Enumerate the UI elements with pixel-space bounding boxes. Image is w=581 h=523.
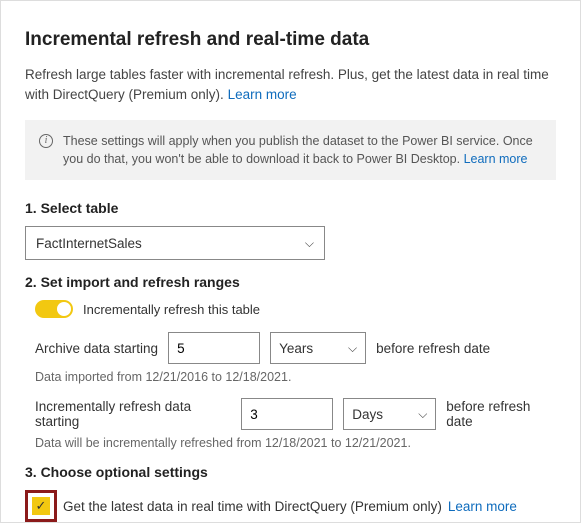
info-icon: i [39, 134, 53, 148]
incremental-refresh-dialog: Incremental refresh and real-time data R… [0, 0, 581, 523]
learn-more-link[interactable]: Learn more [228, 87, 297, 102]
refresh-unit-select[interactable]: Days ⌵ [343, 398, 436, 430]
description-text: Refresh large tables faster with increme… [25, 65, 556, 104]
realtime-checkbox[interactable]: ✓ [32, 497, 50, 515]
table-select-value: FactInternetSales [36, 236, 142, 251]
refresh-prefix: Incrementally refresh data starting [35, 399, 231, 429]
realtime-label: Get the latest data in real time with Di… [63, 499, 442, 514]
table-select[interactable]: FactInternetSales ⌵ [25, 226, 325, 260]
page-title: Incremental refresh and real-time data [25, 29, 556, 51]
incremental-refresh-toggle[interactable] [35, 300, 73, 318]
info-banner-body: These settings will apply when you publi… [63, 134, 533, 166]
refresh-unit-value: Days [352, 407, 383, 422]
realtime-learn-more-link[interactable]: Learn more [448, 499, 517, 514]
section-2-label: 2. Set import and refresh ranges [25, 274, 556, 290]
chevron-down-icon: ⌵ [348, 341, 357, 356]
archive-suffix: before refresh date [376, 341, 490, 356]
toggle-label: Incrementally refresh this table [83, 302, 260, 317]
archive-unit-select[interactable]: Years ⌵ [270, 332, 366, 364]
chevron-down-icon: ⌵ [418, 407, 427, 422]
archive-prefix: Archive data starting [35, 341, 158, 356]
refresh-hint: Data will be incrementally refreshed fro… [35, 436, 556, 450]
section-1-label: 1. Select table [25, 200, 556, 216]
chevron-down-icon: ⌵ [305, 236, 314, 251]
info-banner: i These settings will apply when you pub… [25, 120, 556, 180]
info-learn-more-link[interactable]: Learn more [464, 152, 528, 166]
archive-value-input[interactable] [168, 332, 260, 364]
refresh-suffix: before refresh date [446, 399, 556, 429]
archive-unit-value: Years [279, 341, 313, 356]
info-banner-text: These settings will apply when you publi… [63, 132, 542, 168]
checkbox-highlight: ✓ [25, 490, 57, 522]
archive-hint: Data imported from 12/21/2016 to 12/18/2… [35, 370, 556, 384]
section-3-label: 3. Choose optional settings [25, 464, 556, 480]
refresh-value-input[interactable] [241, 398, 333, 430]
